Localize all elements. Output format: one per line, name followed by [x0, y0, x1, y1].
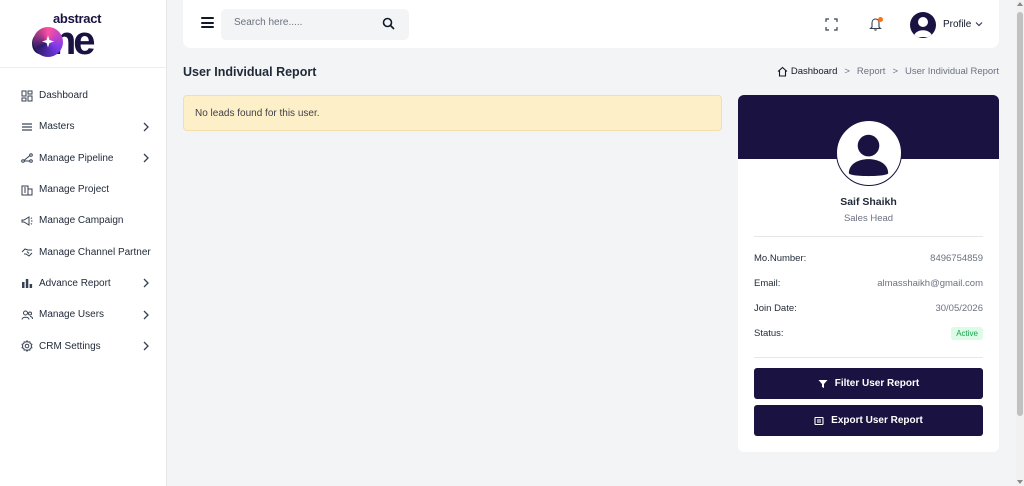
filter-button-label: Filter User Report — [834, 378, 920, 389]
breadcrumb-separator: > — [892, 66, 898, 77]
chevron-right-icon — [143, 153, 149, 163]
page-title: User Individual Report — [183, 65, 317, 79]
sidebar-item-label: Dashboard — [39, 90, 88, 102]
info-row-mobile: Mo.Number: 8496754859 — [754, 253, 983, 264]
notification-dot — [878, 17, 883, 22]
user-avatar — [836, 120, 902, 186]
scroll-down-arrow-icon[interactable] — [1017, 480, 1023, 484]
brand-logo[interactable]: abstract oone — [0, 0, 166, 68]
no-leads-alert: No leads found for this user. — [183, 95, 722, 131]
sidebar-item-dashboard[interactable]: Dashboard — [0, 80, 166, 111]
breadcrumb-separator: > — [844, 66, 850, 77]
join-date-label: Join Date: — [754, 303, 797, 314]
breadcrumb: Dashboard > Report > User Individual Rep… — [777, 66, 999, 77]
chevron-right-icon — [143, 278, 149, 288]
logo-star-icon — [33, 26, 63, 57]
page-scrollbar[interactable] — [1016, 0, 1024, 486]
sidebar-item-manage-channel-partner[interactable]: Manage Channel Partner — [0, 236, 166, 267]
chevron-right-icon — [143, 341, 149, 351]
list-icon — [20, 120, 33, 133]
info-row-status: Status: Active — [754, 327, 983, 340]
export-icon — [814, 416, 824, 425]
sidebar-item-label: Advance Report — [39, 277, 111, 289]
divider — [754, 357, 983, 358]
building-icon — [20, 183, 33, 196]
sidebar-item-manage-campaign[interactable]: Manage Campaign — [0, 205, 166, 236]
email-label: Email: — [754, 278, 781, 289]
export-user-report-button[interactable]: Export User Report — [754, 405, 983, 436]
sidebar-item-label: Manage Project — [39, 184, 110, 196]
dashboard-icon — [20, 89, 33, 102]
search-icon[interactable] — [382, 17, 395, 30]
sidebar-item-manage-pipeline[interactable]: Manage Pipeline — [0, 143, 166, 174]
sidebar-nav: Dashboard Masters Manage Pipeline Manage… — [0, 68, 166, 362]
sidebar-item-crm-settings[interactable]: CRM Settings — [0, 330, 166, 361]
status-badge: Active — [951, 327, 983, 340]
info-row-email: Email: almasshaikh@gmail.com — [754, 278, 983, 289]
pipeline-icon — [20, 152, 33, 165]
sidebar-item-label: Manage Channel Partner — [39, 246, 151, 258]
chevron-right-icon — [143, 122, 149, 132]
mobile-label: Mo.Number: — [754, 253, 807, 264]
sidebar-item-label: Manage Pipeline — [39, 152, 114, 164]
join-date-value: 30/05/2026 — [935, 303, 983, 314]
sidebar-item-masters[interactable]: Masters — [0, 111, 166, 142]
breadcrumb-report[interactable]: Report — [857, 66, 886, 77]
breadcrumb-dashboard[interactable]: Dashboard — [791, 66, 837, 77]
breadcrumb-home[interactable]: Dashboard — [777, 66, 837, 77]
sidebar-item-advance-report[interactable]: Advance Report — [0, 268, 166, 299]
divider — [754, 236, 983, 237]
user-avatar-icon — [848, 134, 889, 177]
user-role: Sales Head — [843, 213, 894, 224]
user-profile-card: Saif Shaikh Sales Head Mo.Number: 849675… — [738, 95, 999, 452]
fullscreen-icon[interactable] — [825, 18, 838, 31]
search-input[interactable] — [234, 17, 364, 28]
sidebar-item-label: Masters — [39, 121, 75, 133]
top-bar: Profile — [183, 0, 999, 48]
profile-menu-label[interactable]: Profile — [943, 19, 971, 30]
status-label: Status: — [754, 328, 784, 339]
sidebar-item-label: CRM Settings — [39, 340, 101, 352]
search-box — [221, 9, 409, 40]
home-icon — [777, 66, 788, 77]
avatar[interactable] — [910, 12, 936, 38]
chevron-right-icon — [143, 310, 149, 320]
filter-icon — [818, 379, 828, 388]
export-button-label: Export User Report — [831, 415, 923, 426]
user-name: Saif Shaikh — [840, 196, 897, 208]
bar-chart-icon — [20, 277, 33, 290]
sidebar-item-manage-project[interactable]: Manage Project — [0, 174, 166, 205]
handshake-icon — [20, 246, 33, 259]
sidebar-item-label: Manage Campaign — [39, 215, 124, 227]
scrollbar-thumb[interactable] — [1017, 12, 1023, 416]
gear-icon — [20, 340, 33, 353]
chevron-down-icon[interactable] — [975, 20, 983, 28]
menu-toggle-icon[interactable] — [201, 17, 214, 28]
users-icon — [20, 308, 33, 321]
sidebar: abstract oone Dashboard Masters Manage P… — [0, 0, 167, 486]
sidebar-item-label: Manage Users — [39, 309, 105, 321]
mobile-value: 8496754859 — [930, 253, 983, 264]
logo-mark: abstract oone — [30, 9, 135, 63]
breadcrumb-current: User Individual Report — [905, 66, 999, 77]
filter-user-report-button[interactable]: Filter User Report — [754, 368, 983, 399]
scroll-up-arrow-icon[interactable] — [1017, 2, 1023, 6]
sidebar-item-manage-users[interactable]: Manage Users — [0, 299, 166, 330]
email-value: almasshaikh@gmail.com — [877, 278, 983, 289]
info-row-join-date: Join Date: 30/05/2026 — [754, 303, 983, 314]
megaphone-icon — [20, 214, 33, 227]
